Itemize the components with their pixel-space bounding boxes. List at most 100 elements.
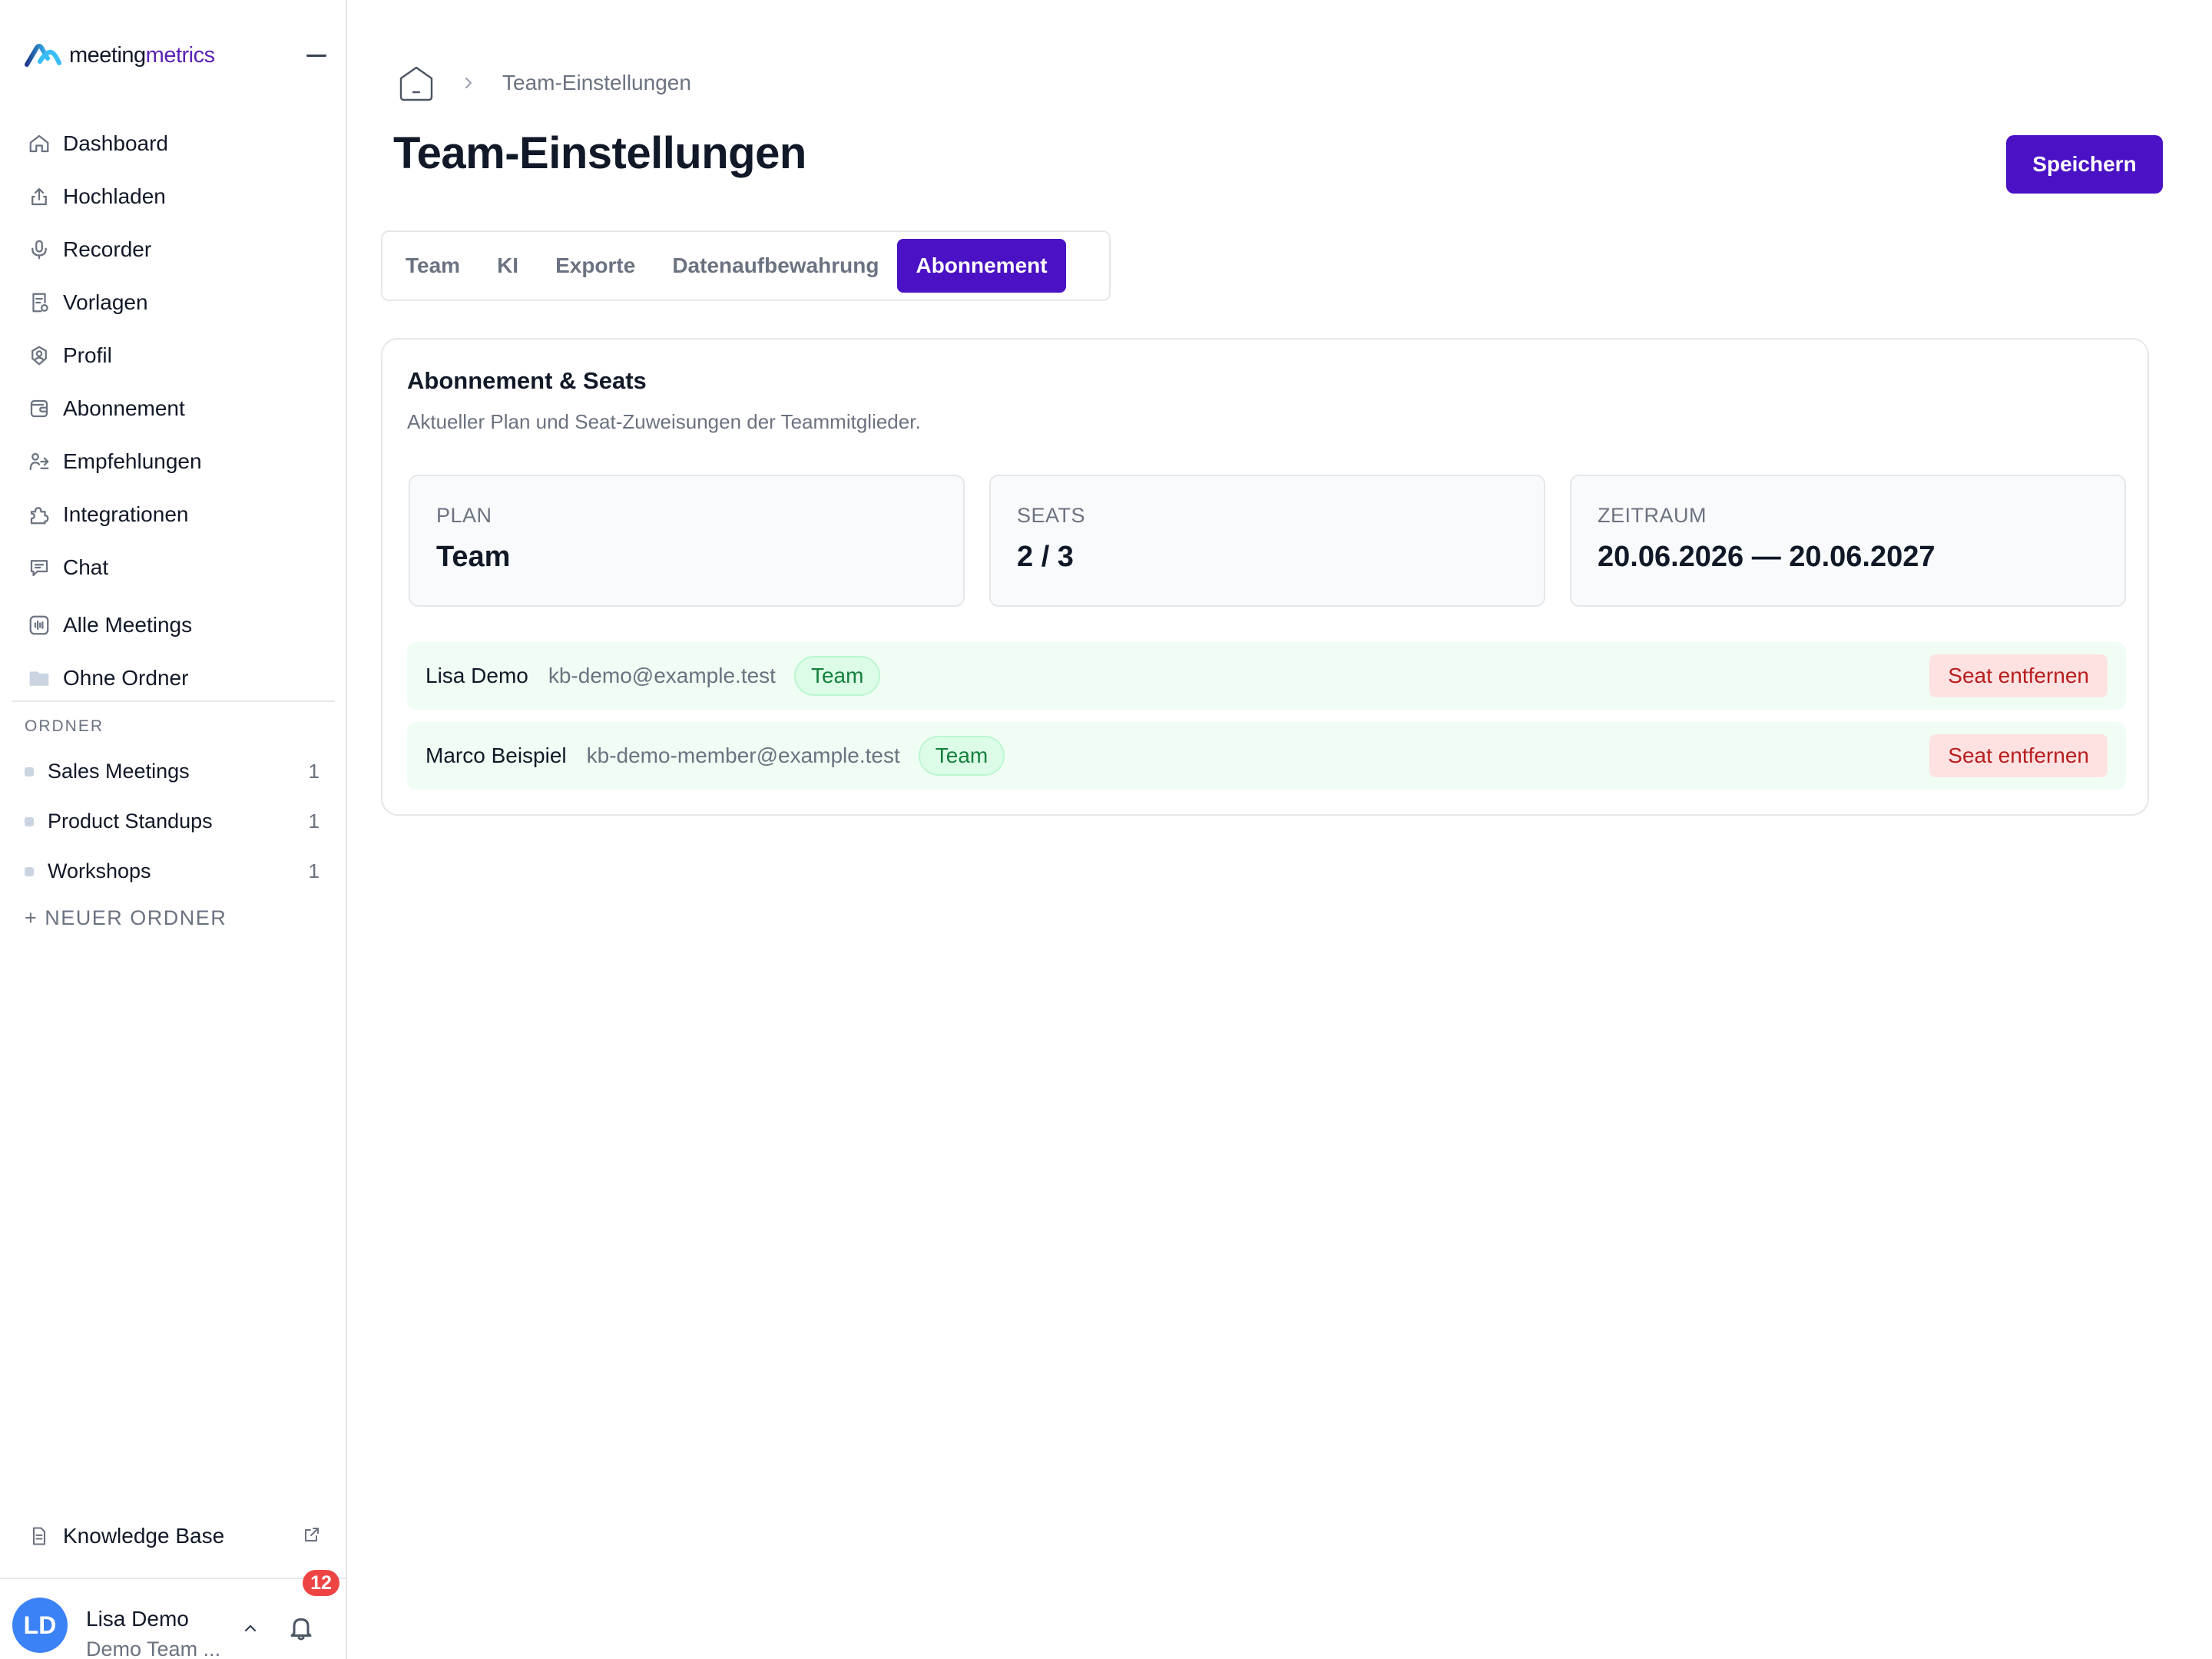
breadcrumb-current: Team-Einstellungen (502, 71, 691, 94)
sidebar: meetingmetrics Dashboard Hochladen Recor… (0, 0, 347, 1659)
stat-value: 20.06.2026 — 20.06.2027 (1598, 541, 1936, 573)
home-icon[interactable] (395, 61, 438, 104)
sidebar-divider (12, 700, 335, 702)
collapse-sidebar-button[interactable] (304, 45, 329, 66)
user-name: Lisa Demo (86, 1607, 189, 1631)
external-link-icon (303, 1525, 321, 1548)
remove-seat-button[interactable]: Seat entfernen (1929, 654, 2108, 697)
sidebar-item-label: Vorlagen (63, 290, 148, 314)
puzzle-icon (26, 502, 52, 528)
stat-label: ZEITRAUM (1598, 504, 1707, 527)
stat-plan: PLAN Team (409, 475, 965, 607)
folder-count: 1 (308, 859, 320, 882)
knowledge-base-link[interactable]: Knowledge Base (12, 1512, 335, 1561)
document-icon (26, 1523, 52, 1549)
folder-dot-icon (25, 866, 34, 876)
sidebar-item-chat[interactable]: Chat (12, 541, 335, 594)
tab-subscription[interactable]: Abonnement (897, 239, 1066, 293)
sidebar-item-integrations[interactable]: Integrationen (12, 488, 335, 541)
stat-value: Team (436, 541, 511, 573)
minus-icon (306, 54, 326, 57)
plan-badge: Team (793, 656, 881, 696)
page-title: Team-Einstellungen (393, 128, 806, 178)
sidebar-item-label: Dashboard (63, 131, 168, 155)
waveform-icon (26, 612, 52, 638)
folder-dot-icon (25, 767, 34, 777)
home-icon (26, 131, 52, 157)
sidebar-item-all-meetings[interactable]: Alle Meetings (12, 598, 335, 651)
wallet-icon (26, 396, 52, 422)
sidebar-item-label: Alle Meetings (63, 612, 193, 637)
settings-tabs: Team KI Exporte Datenaufbewahrung Abonne… (381, 230, 1111, 301)
sidebar-nav: Dashboard Hochladen Recorder Vorlagen Pr… (12, 117, 335, 704)
folder-count: 1 (308, 810, 320, 833)
card-title: Abonnement & Seats (407, 367, 647, 394)
tab-data-retention[interactable]: Datenaufbewahrung (654, 239, 897, 293)
referral-icon (26, 449, 52, 475)
sidebar-item-label: Empfehlungen (63, 449, 202, 473)
sidebar-item-label: Profil (63, 343, 112, 367)
folder-icon (26, 665, 52, 691)
upload-icon (26, 184, 52, 210)
sidebar-item-templates[interactable]: Vorlagen (12, 276, 335, 329)
template-icon (26, 290, 52, 316)
chevron-right-icon (461, 75, 476, 91)
folder-dot-icon (25, 816, 34, 826)
sidebar-item-label: Abonnement (63, 396, 185, 420)
save-button[interactable]: Speichern (2006, 135, 2163, 194)
chevron-up-icon[interactable] (241, 1619, 260, 1637)
folder-list: Sales Meetings 1 Product Standups 1 Work… (12, 747, 335, 896)
stat-label: PLAN (436, 504, 492, 527)
member-row: Lisa Demo kb-demo@example.test Team Seat… (407, 642, 2126, 710)
folder-label: Product Standups (48, 810, 213, 833)
profile-icon (26, 343, 52, 369)
stat-period: ZEITRAUM 20.06.2026 — 20.06.2027 (1570, 475, 2126, 607)
bell-icon[interactable] (287, 1613, 318, 1645)
chat-icon (26, 555, 52, 581)
knowledge-base-label: Knowledge Base (63, 1524, 225, 1548)
user-team: Demo Team ... (86, 1637, 221, 1659)
tab-exports[interactable]: Exporte (537, 239, 654, 293)
folder-count: 1 (308, 760, 320, 783)
brand-name: meetingmetrics (69, 42, 215, 68)
card-subtitle: Aktueller Plan und Seat-Zuweisungen der … (407, 410, 921, 433)
brand-logo[interactable]: meetingmetrics (25, 38, 329, 72)
sidebar-item-label: Integrationen (63, 502, 189, 526)
folder-item-sales-meetings[interactable]: Sales Meetings 1 (12, 747, 335, 796)
sidebar-item-no-folder[interactable]: Ohne Ordner (12, 651, 335, 704)
sidebar-item-label: Ohne Ordner (63, 665, 189, 690)
stat-seats: SEATS 2 / 3 (989, 475, 1545, 607)
folder-label: Workshops (48, 859, 151, 882)
sidebar-item-dashboard[interactable]: Dashboard (12, 117, 335, 170)
member-email: kb-demo@example.test (548, 664, 776, 687)
stat-value: 2 / 3 (1017, 541, 1074, 573)
member-name: Lisa Demo (426, 664, 528, 687)
breadcrumb: Team-Einstellungen (395, 61, 691, 104)
notification-count-badge: 12 (303, 1570, 339, 1596)
sidebar-item-label: Chat (63, 555, 109, 579)
folders-section-label: ORDNER (25, 717, 104, 735)
member-email: kb-demo-member@example.test (586, 743, 900, 767)
member-name: Marco Beispiel (426, 743, 567, 767)
sidebar-item-subscription[interactable]: Abonnement (12, 382, 335, 435)
folder-item-product-standups[interactable]: Product Standups 1 (12, 796, 335, 846)
folder-item-workshops[interactable]: Workshops 1 (12, 846, 335, 896)
sidebar-item-label: Recorder (63, 237, 152, 261)
folder-label: Sales Meetings (48, 760, 190, 783)
sidebar-item-label: Hochladen (63, 184, 166, 208)
tab-ki[interactable]: KI (478, 239, 537, 293)
microphone-icon (26, 237, 52, 263)
sidebar-item-referrals[interactable]: Empfehlungen (12, 435, 335, 488)
remove-seat-button[interactable]: Seat entfernen (1929, 734, 2108, 777)
subscription-card: Abonnement & Seats Aktueller Plan und Se… (381, 338, 2149, 816)
user-bar: LD Lisa Demo Demo Team ... (0, 1578, 347, 1659)
member-row: Marco Beispiel kb-demo-member@example.te… (407, 722, 2126, 790)
avatar[interactable]: LD (12, 1598, 68, 1653)
new-folder-button[interactable]: + NEUER ORDNER (25, 906, 227, 930)
sidebar-item-upload[interactable]: Hochladen (12, 170, 335, 223)
sidebar-item-recorder[interactable]: Recorder (12, 223, 335, 276)
tab-team[interactable]: Team (387, 239, 478, 293)
logo-mark-icon (25, 44, 61, 67)
sidebar-item-profile[interactable]: Profil (12, 329, 335, 382)
stat-label: SEATS (1017, 504, 1086, 527)
